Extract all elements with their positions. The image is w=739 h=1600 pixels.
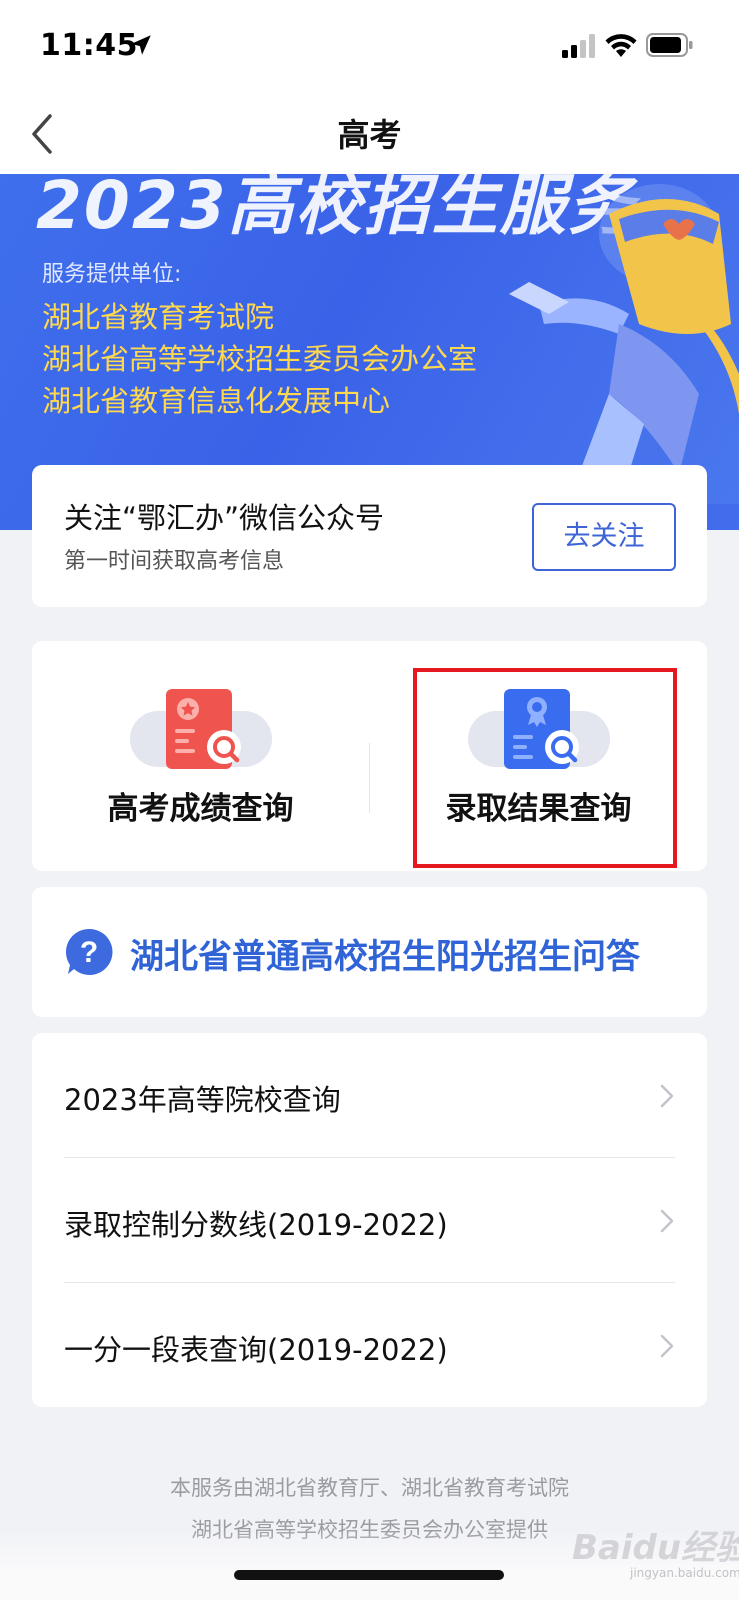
chevron-right-icon xyxy=(660,1209,674,1233)
follow-card: 关注“鄂汇办”微信公众号 第一时间获取高考信息 去关注 xyxy=(32,465,707,607)
follow-button[interactable]: 去关注 xyxy=(532,503,676,571)
svg-text:?: ? xyxy=(80,936,98,969)
chevron-right-icon xyxy=(660,1334,674,1358)
list-item-label: 录取控制分数线(2019-2022) xyxy=(64,1208,448,1242)
follow-title: 关注“鄂汇办”微信公众号 xyxy=(64,501,385,535)
footer-text: 本服务由湖北省教育厅、湖北省教育考试院 xyxy=(170,1476,569,1500)
score-certificate-icon xyxy=(130,689,272,769)
list-item-score-distribution[interactable]: 一分一段表查询(2019-2022) xyxy=(32,1283,707,1407)
nav-bar: 高考 xyxy=(0,96,739,174)
home-indicator[interactable] xyxy=(234,1570,504,1580)
service-list: 2023年高等院校查询 录取控制分数线(2019-2022) 一分一段表查询(2… xyxy=(32,1033,707,1407)
location-arrow-icon xyxy=(131,35,151,55)
page-title: 高考 xyxy=(337,116,402,154)
chevron-right-icon xyxy=(660,1084,674,1108)
list-item-label: 2023年高等院校查询 xyxy=(64,1083,341,1117)
battery-icon xyxy=(646,33,693,57)
faq-card[interactable]: ? 湖北省普通高校招生阳光招生问答 xyxy=(32,887,707,1017)
follow-desc: 第一时间获取高考信息 xyxy=(64,549,285,574)
wifi-icon xyxy=(605,34,637,57)
status-time: 11:45 xyxy=(40,28,138,63)
highlight-box xyxy=(413,668,677,868)
banner-org: 湖北省教育信息化发展中心 xyxy=(42,384,391,418)
faq-link-text: 湖北省普通高校招生阳光招生问答 xyxy=(130,937,640,977)
question-icon: ? xyxy=(65,928,113,975)
banner-org: 湖北省高等学校招生委员会办公室 xyxy=(42,342,478,376)
cellular-signal-icon xyxy=(562,34,595,58)
banner-org: 湖北省教育考试院 xyxy=(42,300,275,334)
list-item-label: 一分一段表查询(2019-2022) xyxy=(64,1333,448,1367)
banner-provider-label: 服务提供单位: xyxy=(42,262,182,287)
status-bar: 11:45 xyxy=(0,0,739,96)
score-query-button[interactable]: 高考成绩查询 xyxy=(32,641,369,871)
list-item-cutoff-scores[interactable]: 录取控制分数线(2019-2022) xyxy=(32,1158,707,1282)
list-item-college-query[interactable]: 2023年高等院校查询 xyxy=(32,1033,707,1157)
baidu-watermark-url: jingyan.baidu.com xyxy=(630,1566,739,1580)
score-query-label: 高考成绩查询 xyxy=(107,791,294,827)
baidu-watermark: Baidu经验 xyxy=(572,1528,739,1568)
